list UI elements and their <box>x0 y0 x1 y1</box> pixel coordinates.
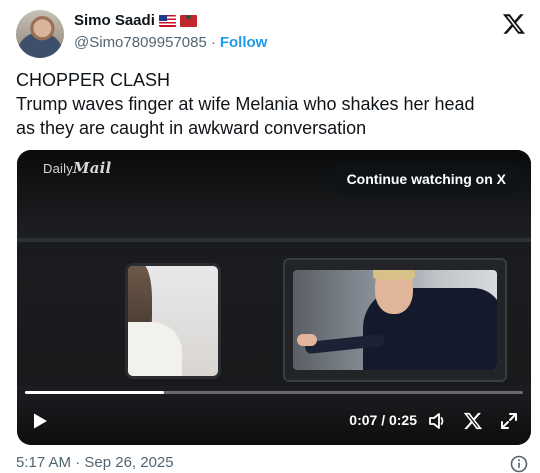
video-progress-bar[interactable] <box>25 391 523 394</box>
watermark-brand: Mail <box>72 159 112 177</box>
tweet-line: Trump waves finger at wife Melania who s… <box>16 94 475 114</box>
video-controls: 0:07 / 0:25 <box>17 404 531 438</box>
tweet-text: CHOPPER CLASH Trump waves finger at wife… <box>16 68 526 140</box>
daily-mail-watermark: DailyMail <box>43 159 111 177</box>
author-handle-row: @Simo7809957085 · Follow <box>74 34 267 51</box>
fullscreen-icon[interactable] <box>499 411 519 431</box>
handle-separator: · <box>210 34 216 51</box>
author-name-row: Simo Saadi <box>74 12 197 29</box>
follow-button[interactable]: Follow <box>220 34 268 51</box>
us-flag-icon <box>158 14 176 27</box>
author-handle[interactable]: @Simo7809957085 <box>74 34 207 51</box>
tweet-line: CHOPPER CLASH <box>16 70 171 90</box>
x-logo-icon[interactable] <box>463 411 483 431</box>
video-window-right <box>293 270 497 370</box>
continue-watching-button[interactable]: Continue watching on X <box>330 162 522 196</box>
video-frame-trim <box>17 238 531 242</box>
video-player[interactable]: DailyMail Continue watching on X 0:07 / … <box>17 150 531 445</box>
volume-icon[interactable] <box>427 411 447 431</box>
video-time: 0:07 / 0:25 <box>349 412 417 428</box>
tweet-header: Simo Saadi @Simo7809957085 · Follow <box>16 8 526 58</box>
tweet-timestamp[interactable]: 5:17 AM · Sep 26, 2025 <box>16 454 174 471</box>
info-icon[interactable] <box>510 455 528 473</box>
watermark-prefix: Daily <box>43 161 73 176</box>
author-name[interactable]: Simo Saadi <box>74 12 155 29</box>
video-progress-fill <box>25 391 165 394</box>
x-logo-icon[interactable] <box>502 12 526 36</box>
play-icon[interactable] <box>31 412 49 430</box>
video-window-left <box>125 263 221 379</box>
avatar[interactable] <box>16 10 64 58</box>
tweet-line: as they are caught in awkward conversati… <box>16 118 367 138</box>
morocco-flag-icon <box>179 14 197 27</box>
